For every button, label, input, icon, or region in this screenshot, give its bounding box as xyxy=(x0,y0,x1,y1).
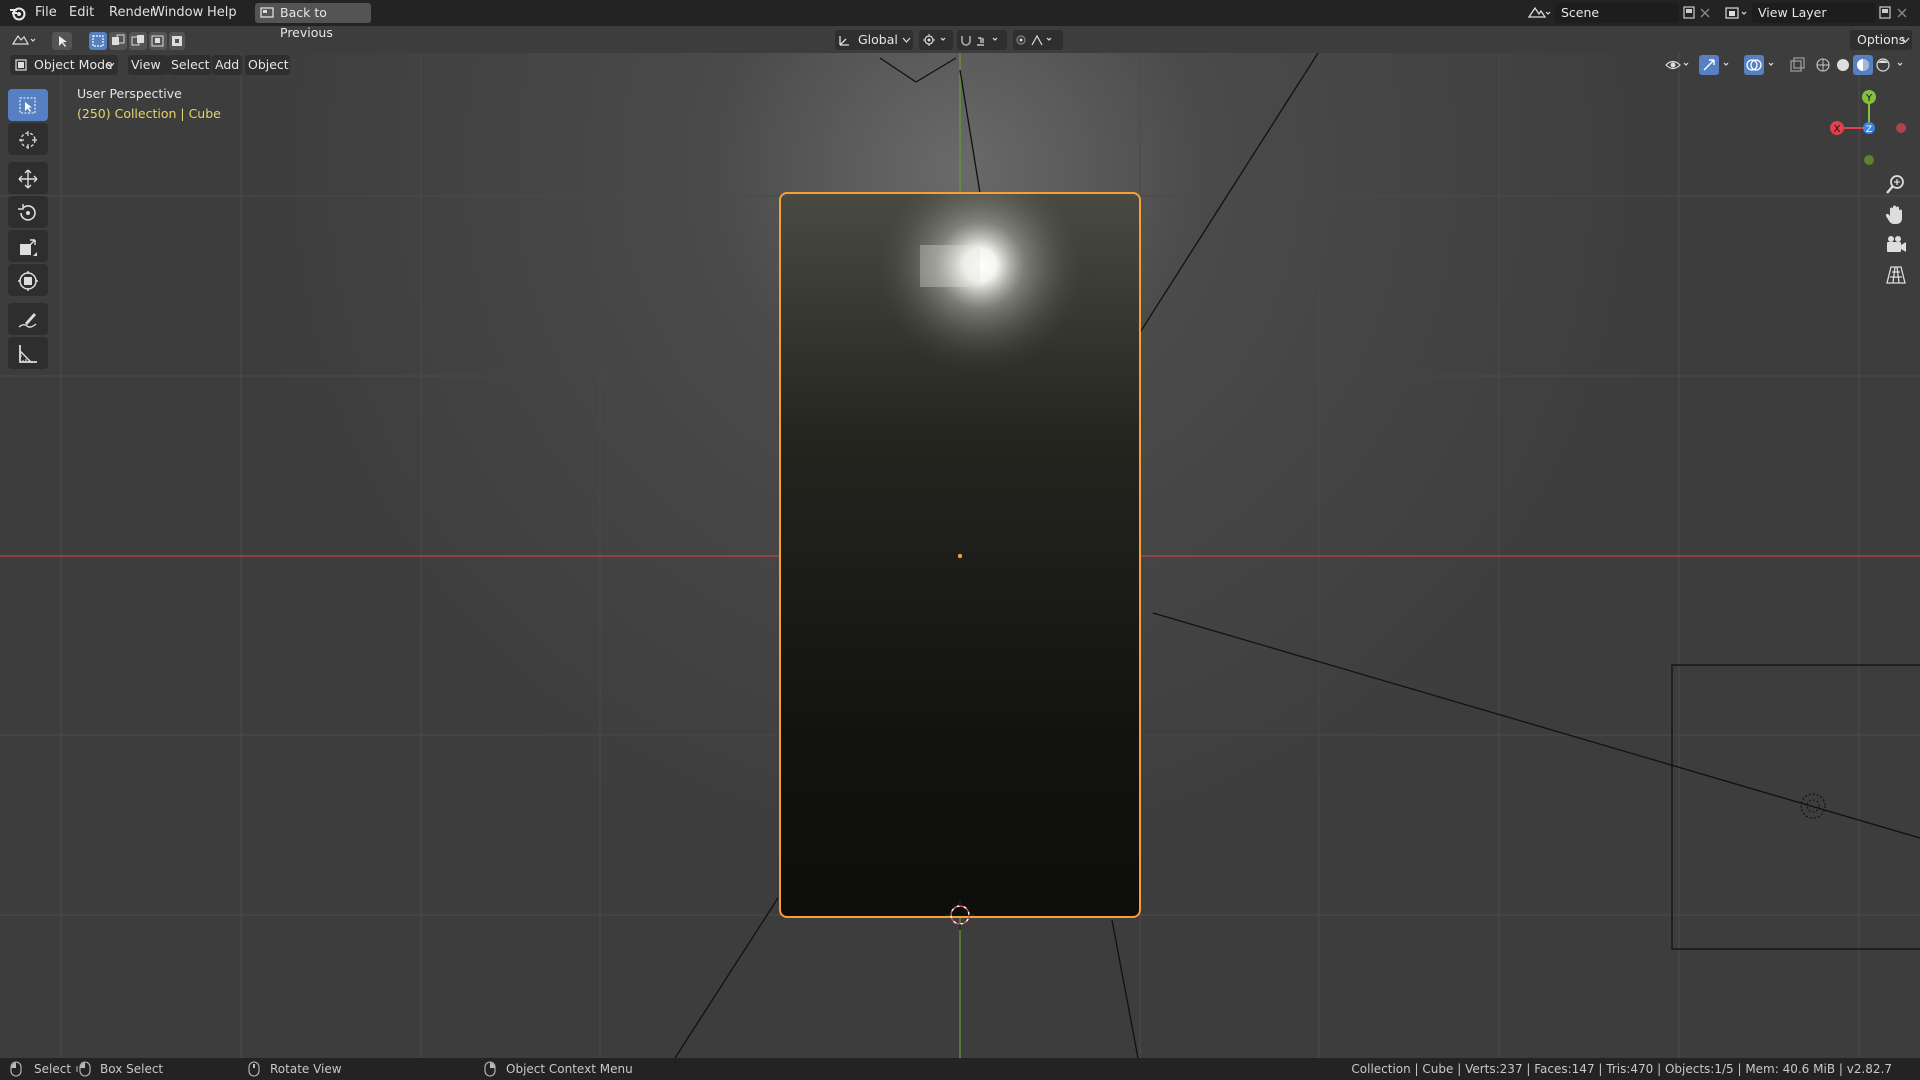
move-arrows-icon xyxy=(18,169,38,189)
editor-type-icon[interactable] xyxy=(11,32,39,48)
transform-tool[interactable] xyxy=(8,264,48,296)
measure-ruler-icon xyxy=(19,345,37,363)
view-layer-icon[interactable] xyxy=(1724,5,1750,21)
scene-field[interactable]: Scene xyxy=(1555,3,1679,23)
move-tool[interactable] xyxy=(8,162,48,194)
chevron-down-icon xyxy=(106,62,115,68)
select-mode-set-icon[interactable] xyxy=(89,32,185,50)
transform-orientation-dropdown[interactable]: Global xyxy=(835,30,913,50)
xray-toggle-icon[interactable] xyxy=(1789,57,1807,73)
annotate-tool[interactable] xyxy=(8,303,48,335)
annotate-pencil-icon xyxy=(18,313,37,328)
menu-help[interactable]: Help xyxy=(207,4,237,22)
remove-view-layer-icon[interactable] xyxy=(1896,7,1908,19)
mouse-left-icon xyxy=(10,1061,22,1077)
select-box-icon xyxy=(19,97,36,114)
scene-name: Scene xyxy=(1561,5,1600,20)
navigation-gizmo[interactable]: Y X Z xyxy=(1820,82,1910,172)
new-view-layer-icon[interactable] xyxy=(1877,5,1893,21)
chevron-down-icon xyxy=(1901,37,1910,43)
screen-icon xyxy=(260,7,274,18)
view-menu[interactable]: View xyxy=(128,55,168,75)
proportional-edit-icon xyxy=(1016,34,1052,46)
object-mode-label: Object Mode xyxy=(34,57,113,72)
object-mode-icon xyxy=(15,59,27,71)
top-menu-bar: File Edit Render Window Help Back to Pre… xyxy=(0,0,1920,40)
gizmo-x-label: X xyxy=(1834,124,1841,135)
status-box-select: Box Select xyxy=(100,1062,164,1076)
visibility-eye-icon[interactable] xyxy=(1664,57,1692,73)
status-bar: Select Box Select Rotate View Object Con… xyxy=(0,1058,1920,1080)
menu-window[interactable]: Window xyxy=(152,4,203,22)
options-label: Options xyxy=(1857,32,1906,47)
zoom-icon[interactable] xyxy=(1883,173,1909,197)
snap-magnet-icon xyxy=(961,36,998,46)
3d-viewport[interactable] xyxy=(0,53,1920,1058)
object-origin xyxy=(957,553,963,559)
status-context-menu: Object Context Menu xyxy=(506,1062,633,1076)
view-layer-name: View Layer xyxy=(1758,5,1827,20)
mouse-middle-icon xyxy=(248,1061,260,1077)
overlays-toggle-icon[interactable] xyxy=(1744,55,1780,75)
pivot-point-icon xyxy=(923,34,946,46)
object-menu[interactable]: Object xyxy=(245,55,290,75)
pivot-point-dropdown[interactable] xyxy=(919,30,953,50)
remove-scene-icon[interactable] xyxy=(1699,7,1711,19)
back-to-previous-button[interactable]: Back to Previous xyxy=(255,3,371,40)
status-rotate-view: Rotate View xyxy=(270,1062,342,1076)
menu-edit[interactable]: Edit xyxy=(69,4,94,22)
measure-tool[interactable] xyxy=(8,337,48,369)
select-box-tool[interactable] xyxy=(8,89,48,121)
scene-statistics: Collection | Cube | Verts:237 | Faces:14… xyxy=(1351,1062,1892,1076)
rotate-icon xyxy=(18,204,36,221)
perspective-label: User Perspective xyxy=(77,86,182,101)
new-scene-icon[interactable] xyxy=(1681,5,1697,21)
snapping-controls[interactable] xyxy=(957,30,1007,50)
select-menu[interactable]: Select xyxy=(168,55,211,75)
status-select: Select xyxy=(34,1062,72,1076)
rotate-tool[interactable] xyxy=(8,196,48,228)
scale-tool[interactable] xyxy=(8,230,48,262)
add-menu[interactable]: Add xyxy=(212,55,242,75)
mouse-right-icon xyxy=(484,1061,496,1077)
blender-logo-icon[interactable] xyxy=(9,5,27,21)
select-menu-label: Select xyxy=(171,57,210,72)
orientation-axes-icon xyxy=(839,36,849,46)
cursor-arrow-icon xyxy=(59,36,67,47)
shading-modes-icon[interactable] xyxy=(1812,55,1906,75)
add-menu-label: Add xyxy=(215,57,240,72)
camera-view-icon[interactable] xyxy=(1883,233,1909,257)
gizmo-toggle-icon[interactable] xyxy=(1699,55,1735,75)
gizmo-z-label: Z xyxy=(1866,125,1872,135)
menu-file[interactable]: File xyxy=(35,4,57,22)
pan-hand-icon[interactable] xyxy=(1883,203,1909,227)
cursor-tool[interactable] xyxy=(8,123,48,155)
options-dropdown[interactable]: Options xyxy=(1850,30,1912,50)
view-layer-field[interactable]: View Layer xyxy=(1752,3,1876,23)
viewport-scene xyxy=(0,53,1920,1058)
perspective-toggle-icon[interactable] xyxy=(1883,263,1909,287)
select-tool-mode-button[interactable] xyxy=(52,32,72,50)
object-menu-label: Object xyxy=(248,57,289,72)
menu-render[interactable]: Render xyxy=(109,4,155,22)
proportional-editing-controls[interactable] xyxy=(1013,30,1063,50)
scale-icon xyxy=(20,239,37,256)
chevron-down-icon xyxy=(902,37,911,43)
collection-label: (250) Collection | Cube xyxy=(77,106,221,121)
scene-icon[interactable] xyxy=(1527,5,1551,21)
mouse-drag-icon xyxy=(76,1061,91,1077)
transform-orientation-label: Global xyxy=(858,32,898,47)
view-menu-label: View xyxy=(131,57,161,72)
gizmo-y-label: Y xyxy=(1865,93,1873,104)
transform-icon xyxy=(18,271,38,291)
3d-cursor-icon xyxy=(19,131,37,149)
object-mode-dropdown[interactable]: Object Mode xyxy=(10,55,118,75)
